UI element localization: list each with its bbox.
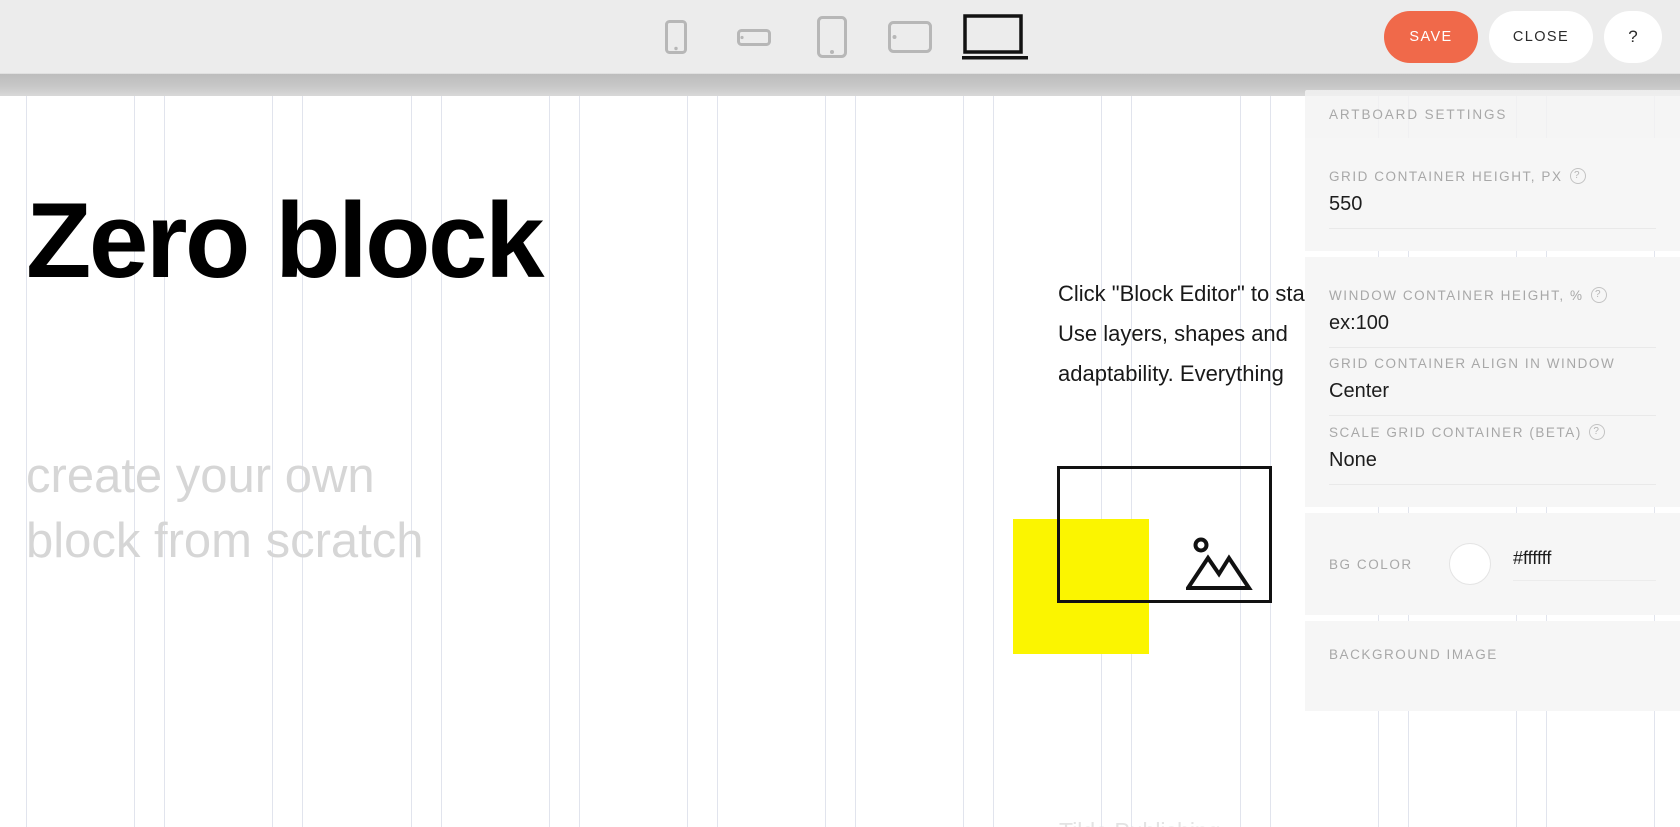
input-window-container-height[interactable]: ex:100 <box>1329 312 1656 348</box>
phone-landscape-icon <box>737 26 771 48</box>
field-grid-container-align: GRID CONTAINER ALIGN IN WINDOW Center <box>1329 348 1656 416</box>
bg-color-row: BG COLOR #ffffff <box>1329 513 1656 615</box>
help-button[interactable]: ? <box>1604 11 1662 63</box>
headline-text[interactable]: Zero block <box>26 184 545 297</box>
footer-note-text[interactable]: Tilda Publishing <box>1059 818 1221 827</box>
tablet-portrait-icon <box>817 16 847 58</box>
bg-color-swatch[interactable] <box>1449 543 1491 585</box>
help-icon-scale-grid-container[interactable]: ? <box>1588 424 1605 440</box>
app-root: SAVE CLOSE ? Zero block create your own … <box>0 0 1680 827</box>
device-phone-landscape-button[interactable] <box>726 9 782 65</box>
settings-group-bg-color: BG COLOR #ffffff <box>1305 513 1680 615</box>
subheadline-text[interactable]: create your own block from scratch <box>26 444 424 573</box>
phone-portrait-icon <box>665 20 687 54</box>
device-desktop-button[interactable] <box>960 9 1032 65</box>
help-icon-window-container-height[interactable]: ? <box>1590 287 1607 303</box>
settings-group-grid-height: GRID CONTAINER HEIGHT, PX ? 550 <box>1305 138 1680 251</box>
field-scale-grid-container: SCALE GRID CONTAINER (BETA) ? None <box>1329 416 1656 485</box>
tablet-landscape-icon <box>888 21 932 53</box>
device-tablet-portrait-button[interactable] <box>804 9 860 65</box>
label-grid-container-align: GRID CONTAINER ALIGN IN WINDOW <box>1329 356 1656 371</box>
label-grid-container-height: GRID CONTAINER HEIGHT, PX ? <box>1329 168 1656 184</box>
artboard-settings-panel: ARTBOARD SETTINGS GRID CONTAINER HEIGHT,… <box>1305 90 1680 827</box>
settings-group-background-image: BACKGROUND IMAGE <box>1305 621 1680 711</box>
image-placeholder[interactable] <box>1057 466 1272 603</box>
input-grid-container-height[interactable]: 550 <box>1329 193 1656 229</box>
laptop-icon <box>962 14 1030 60</box>
label-scale-grid-container: SCALE GRID CONTAINER (BETA) ? <box>1329 424 1656 440</box>
select-grid-container-align[interactable]: Center <box>1329 380 1656 416</box>
select-scale-grid-container[interactable]: None <box>1329 449 1656 485</box>
label-bg-color: BG COLOR <box>1329 556 1413 572</box>
field-grid-container-height: GRID CONTAINER HEIGHT, PX ? 550 <box>1329 160 1656 229</box>
device-phone-portrait-button[interactable] <box>648 9 704 65</box>
label-background-image: BACKGROUND IMAGE <box>1329 647 1656 662</box>
close-button[interactable]: CLOSE <box>1489 11 1593 63</box>
label-text: SCALE GRID CONTAINER (BETA) <box>1329 424 1582 440</box>
subheadline-line-1: create your own <box>26 449 375 503</box>
label-text: BACKGROUND IMAGE <box>1329 647 1498 662</box>
top-toolbar: SAVE CLOSE ? <box>0 0 1680 74</box>
label-text: GRID CONTAINER HEIGHT, PX <box>1329 168 1563 184</box>
label-text: GRID CONTAINER ALIGN IN WINDOW <box>1329 356 1616 371</box>
save-button[interactable]: SAVE <box>1384 11 1478 63</box>
device-tablet-landscape-button[interactable] <box>882 9 938 65</box>
field-window-container-height: WINDOW CONTAINER HEIGHT, % ? ex:100 <box>1329 279 1656 348</box>
panel-header: ARTBOARD SETTINGS <box>1305 90 1680 138</box>
settings-group-window: WINDOW CONTAINER HEIGHT, % ? ex:100 GRID… <box>1305 257 1680 507</box>
label-text: WINDOW CONTAINER HEIGHT, % <box>1329 287 1584 303</box>
help-icon-grid-container-height[interactable]: ? <box>1569 168 1586 184</box>
toolbar-actions: SAVE CLOSE ? <box>1384 11 1662 63</box>
input-bg-color[interactable]: #ffffff <box>1513 548 1656 581</box>
label-window-container-height: WINDOW CONTAINER HEIGHT, % ? <box>1329 287 1656 303</box>
panel-title: ARTBOARD SETTINGS <box>1329 106 1508 122</box>
subheadline-line-2: block from scratch <box>26 513 424 568</box>
